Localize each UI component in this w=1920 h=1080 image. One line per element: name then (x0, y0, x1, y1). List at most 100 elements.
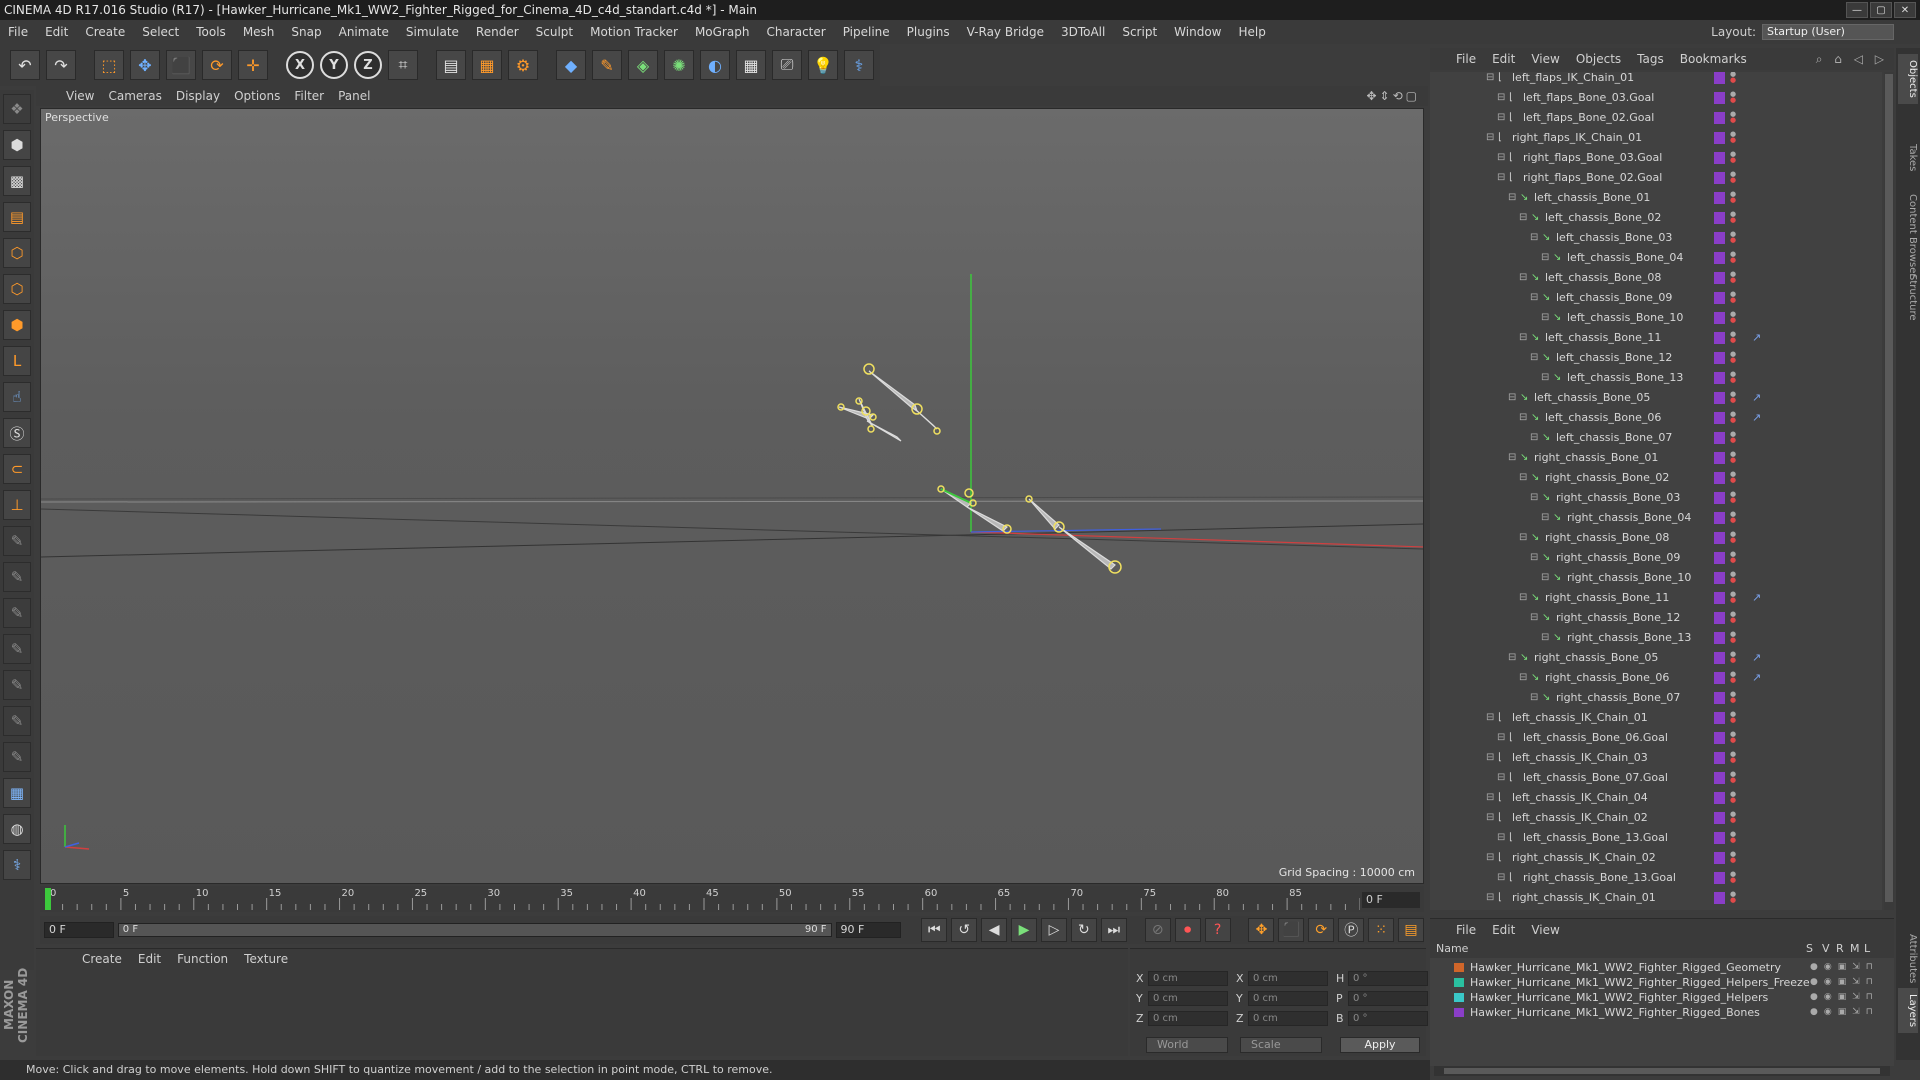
layer-color-tag[interactable] (1714, 232, 1725, 244)
visibility-dots[interactable]: ● ● (1730, 831, 1736, 844)
record-point-level-icon[interactable]: ⁙ (1368, 918, 1395, 942)
object-row[interactable]: ⊟ ↘ left_chassis_Bone_09 ● ● (1430, 288, 1882, 308)
object-row[interactable]: ⊟ ↘ right_chassis_Bone_07 ● ● (1430, 688, 1882, 708)
visibility-dots[interactable]: ● ● (1730, 771, 1736, 784)
menu-tools[interactable]: Tools (196, 25, 226, 39)
layer-color-tag[interactable] (1714, 792, 1725, 804)
object-row[interactable]: ⊟ ⌊ left_chassis_IK_Chain_01 ● ● (1430, 708, 1882, 728)
visibility-dots[interactable]: ● ● (1730, 891, 1736, 904)
coord-field[interactable]: 0 ° (1348, 1011, 1428, 1026)
menu-create[interactable]: Create (85, 25, 125, 39)
expand-toggle-icon[interactable]: ⊟ (1541, 568, 1551, 588)
object-menu-file[interactable]: File (1456, 52, 1476, 66)
coord-field[interactable]: 0 cm (1248, 1011, 1328, 1026)
layer-color-tag[interactable] (1714, 252, 1725, 264)
layer-color-tag[interactable] (1714, 212, 1725, 224)
visibility-dots[interactable]: ● ● (1730, 91, 1736, 104)
object-row[interactable]: ⊟ ⌊ left_flaps_IK_Chain_01 ● ● (1430, 72, 1882, 88)
visibility-dots[interactable]: ● ● (1730, 551, 1736, 564)
expand-toggle-icon[interactable]: ⊟ (1508, 388, 1518, 408)
layer-color-tag[interactable] (1714, 132, 1725, 144)
visibility-dots[interactable]: ● ● (1730, 211, 1736, 224)
expand-toggle-icon[interactable]: ⊟ (1497, 768, 1507, 788)
expand-toggle-icon[interactable]: ⊟ (1530, 428, 1540, 448)
visibility-dots[interactable]: ● ● (1730, 751, 1736, 764)
y-axis-lock-icon[interactable]: Y (320, 51, 348, 79)
expand-toggle-icon[interactable]: ⊟ (1486, 708, 1496, 728)
sculpt-brush-6-icon[interactable]: ✎ (3, 706, 31, 736)
layer-color-tag[interactable] (1714, 472, 1725, 484)
visibility-dots[interactable]: ● ● (1730, 151, 1736, 164)
constraint-tag-icon[interactable]: ↗ (1752, 408, 1761, 428)
visibility-dots[interactable]: ● ● (1730, 871, 1736, 884)
visibility-dots[interactable]: ● ● (1730, 72, 1736, 84)
coord-field[interactable]: 0 cm (1248, 991, 1328, 1006)
visibility-dots[interactable]: ● ● (1730, 791, 1736, 804)
close-button[interactable]: ✕ (1894, 2, 1916, 18)
viewport-camera-label[interactable]: Perspective (45, 111, 109, 124)
layer-color-tag[interactable] (1714, 392, 1725, 404)
expand-toggle-icon[interactable]: ⊟ (1486, 128, 1496, 148)
autokey-icon[interactable]: ⏺ (1174, 918, 1201, 942)
rotate-tool-icon[interactable]: ⟳ (202, 50, 232, 80)
visibility-dots[interactable]: ● ● (1730, 111, 1736, 124)
sculpt-brush-4-icon[interactable]: ✎ (3, 634, 31, 664)
expand-toggle-icon[interactable]: ⊟ (1541, 508, 1551, 528)
layer-color-tag[interactable] (1714, 452, 1725, 464)
menu-animate[interactable]: Animate (339, 25, 389, 39)
model-mode-icon[interactable]: ⬢ (3, 130, 31, 160)
layer-color-swatch[interactable] (1454, 978, 1464, 987)
minimize-button[interactable]: — (1846, 2, 1868, 18)
object-row[interactable]: ⊟ ⌊ right_flaps_Bone_02.Goal ● ● (1430, 168, 1882, 188)
layer-menu-edit[interactable]: Edit (1492, 923, 1515, 937)
layer-color-tag[interactable] (1714, 172, 1725, 184)
dock-tab-objects[interactable]: Objects (1898, 54, 1918, 104)
layer-color-tag[interactable] (1714, 352, 1725, 364)
material-menu-edit[interactable]: Edit (138, 952, 161, 966)
menu-help[interactable]: Help (1238, 25, 1265, 39)
coordinate-system-icon[interactable]: ⌗ (388, 50, 418, 80)
visibility-dots[interactable]: ● ● (1730, 171, 1736, 184)
visibility-dots[interactable]: ● ● (1730, 391, 1736, 404)
snap-icon[interactable]: Ⓢ (3, 418, 31, 448)
layer-color-swatch[interactable] (1454, 1008, 1464, 1017)
array-icon[interactable]: ✺ (664, 50, 694, 80)
object-row[interactable]: ⊟ ⌊ right_chassis_IK_Chain_01 ● ● (1430, 888, 1882, 908)
coord-field[interactable]: 0 cm (1248, 971, 1328, 986)
expand-toggle-icon[interactable]: ⊟ (1486, 788, 1496, 808)
object-row[interactable]: ⊟ ⌊ right_chassis_IK_Chain_02 ● ● (1430, 848, 1882, 868)
viewport-menu-options[interactable]: Options (234, 89, 280, 103)
menu-render[interactable]: Render (476, 25, 519, 39)
cube-icon[interactable]: ◆ (556, 50, 586, 80)
layer-color-tag[interactable] (1714, 432, 1725, 444)
expand-toggle-icon[interactable]: ⊟ (1530, 548, 1540, 568)
layer-color-swatch[interactable] (1454, 993, 1464, 1002)
layer-flags-icon[interactable]: ●◉▣⇲⊓ (1810, 990, 1879, 1005)
expand-toggle-icon[interactable]: ⊟ (1497, 108, 1507, 128)
object-row[interactable]: ⊟ ↘ left_chassis_Bone_08 ● ● (1430, 268, 1882, 288)
visibility-dots[interactable]: ● ● (1730, 731, 1736, 744)
layer-row[interactable]: Hawker_Hurricane_Mk1_WW2_Fighter_Rigged_… (1430, 990, 1894, 1005)
dock-tab-layers[interactable]: Layers (1898, 988, 1918, 1034)
expand-toggle-icon[interactable]: ⊟ (1541, 628, 1551, 648)
visibility-dots[interactable]: ● ● (1730, 471, 1736, 484)
layer-color-tag[interactable] (1714, 512, 1725, 524)
visibility-dots[interactable]: ● ● (1730, 271, 1736, 284)
object-row[interactable]: ⊟ ↘ left_chassis_Bone_06 ● ● ↗ (1430, 408, 1882, 428)
material-menu-texture[interactable]: Texture (244, 952, 288, 966)
menu-plugins[interactable]: Plugins (907, 25, 950, 39)
visibility-dots[interactable]: ● ● (1730, 671, 1736, 684)
visibility-dots[interactable]: ● ● (1730, 351, 1736, 364)
expand-toggle-icon[interactable]: ⊟ (1519, 468, 1529, 488)
object-row[interactable]: ⊟ ↘ left_chassis_Bone_07 ● ● (1430, 428, 1882, 448)
render-picture-viewer-icon[interactable]: ▦ (472, 50, 502, 80)
coord-field[interactable]: 0 cm (1148, 971, 1228, 986)
maximize-button[interactable]: ▢ (1870, 2, 1892, 18)
sculpt-brush-7-icon[interactable]: ✎ (3, 742, 31, 772)
menu-3dtoall[interactable]: 3DToAll (1061, 25, 1105, 39)
visibility-dots[interactable]: ● ● (1730, 531, 1736, 544)
object-menu-bookmarks[interactable]: Bookmarks (1680, 52, 1747, 66)
magnet-icon[interactable]: ⊂ (3, 454, 31, 484)
layer-color-tag[interactable] (1714, 192, 1725, 204)
camera-icon[interactable]: ⎚ (772, 50, 802, 80)
